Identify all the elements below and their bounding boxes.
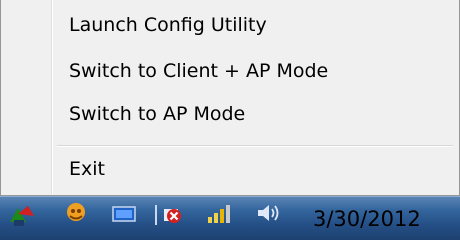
network-icon[interactable] (8, 204, 34, 226)
taskbar: 3/30/2012 (0, 196, 460, 240)
tray-context-menu: Launch Config Utility Switch to Client +… (0, 0, 460, 196)
launch-config-utility-menu-item[interactable]: Launch Config Utility (3, 8, 457, 46)
no-connection-icon[interactable] (162, 205, 186, 227)
menu-item-label: Launch Config Utility (69, 14, 267, 36)
switch-to-ap-mode-menu-item[interactable]: Switch to AP Mode (3, 97, 457, 135)
speaker-icon[interactable] (255, 202, 279, 224)
menu-item-label: Switch to AP Mode (69, 103, 246, 125)
display-icon[interactable] (111, 204, 136, 226)
menu-item-label: Switch to Client + AP Mode (69, 60, 329, 82)
wireless-utility-icon[interactable] (204, 203, 230, 225)
exit-menu-item[interactable]: Exit (3, 152, 457, 190)
taskbar-top-edge (0, 196, 460, 197)
menu-separator (57, 145, 453, 147)
menu-item-label: Exit (69, 158, 105, 180)
clock-date[interactable]: 3/30/2012 (313, 207, 421, 231)
switch-to-client-ap-mode-menu-item[interactable]: Switch to Client + AP Mode (3, 54, 457, 92)
security-app-icon[interactable] (62, 202, 86, 224)
tray-divider (154, 205, 158, 227)
